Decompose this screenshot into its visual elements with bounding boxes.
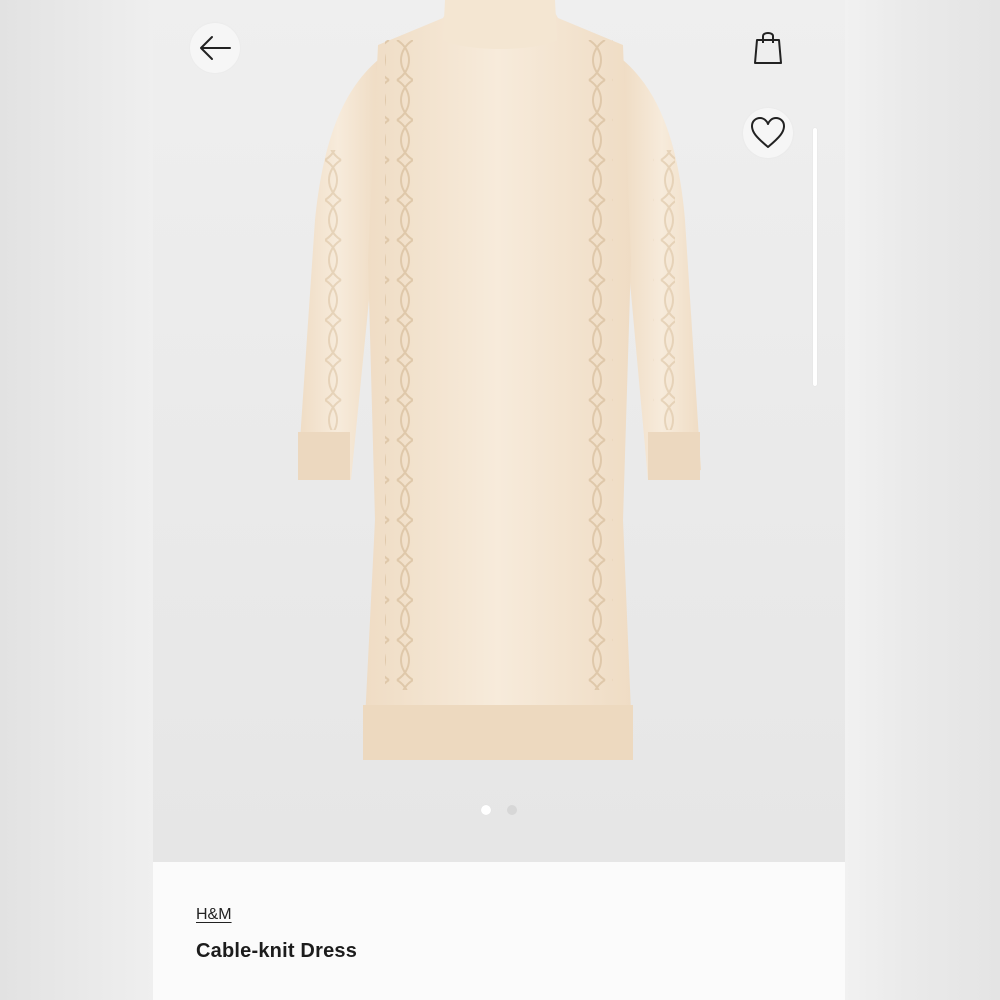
favorite-button[interactable] xyxy=(743,108,793,158)
product-info: H&M Cable-knit Dress xyxy=(153,862,845,1000)
shopping-bag-icon xyxy=(754,32,782,64)
brand-link[interactable]: H&M xyxy=(196,906,232,924)
right-backdrop xyxy=(845,0,1000,1000)
arrow-left-icon xyxy=(200,36,231,60)
product-gallery[interactable] xyxy=(153,0,845,862)
pagination-dot-active[interactable] xyxy=(481,805,491,815)
app-screen: H&M Cable-knit Dress xyxy=(153,0,845,1000)
shopping-bag-button[interactable] xyxy=(743,22,793,72)
left-backdrop xyxy=(0,0,153,1000)
gallery-pagination xyxy=(153,805,845,815)
back-button[interactable] xyxy=(190,23,240,73)
scrollbar[interactable] xyxy=(813,128,817,386)
heart-icon xyxy=(751,117,785,148)
product-image xyxy=(298,0,701,760)
product-title: Cable-knit Dress xyxy=(196,940,358,962)
pagination-dot[interactable] xyxy=(507,805,517,815)
